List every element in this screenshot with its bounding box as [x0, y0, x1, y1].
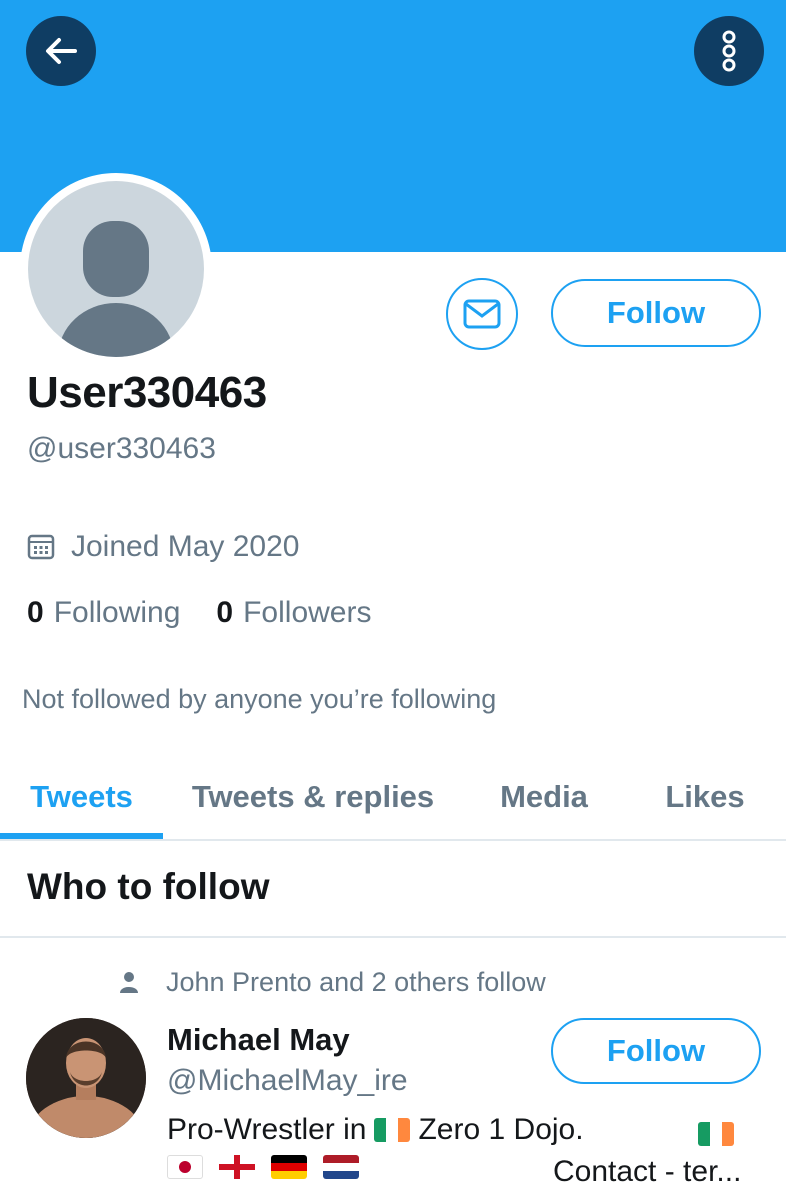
ireland-flag-icon: [698, 1122, 734, 1146]
joined-text: Joined May 2020: [71, 530, 300, 563]
who-to-follow-title: Who to follow: [27, 866, 270, 907]
netherlands-flag-icon: [323, 1155, 359, 1179]
bio-contact-text: Contact - ter...: [553, 1155, 742, 1188]
profile-tabs: Tweets Tweets & replies Media Likes: [0, 752, 786, 841]
envelope-icon: [463, 299, 501, 329]
section-divider: [0, 936, 786, 938]
person-icon: [118, 970, 140, 994]
more-options-button[interactable]: [694, 16, 764, 86]
avatar[interactable]: [28, 181, 204, 357]
england-flag-icon: [219, 1155, 255, 1179]
following-label: Following: [53, 596, 181, 629]
back-button[interactable]: [26, 16, 96, 86]
bio-text-b: Zero 1 Dojo.: [418, 1113, 584, 1146]
followers-label: Followers: [243, 596, 372, 629]
more-vertical-icon: [722, 30, 736, 72]
followers-link[interactable]: 0 Followers: [216, 596, 371, 630]
not-followed-notice: Not followed by anyone you’re following: [22, 684, 497, 714]
suggested-user-avatar[interactable]: [26, 1018, 146, 1138]
japan-flag-icon: [167, 1155, 203, 1179]
bio-text-a: Pro-Wrestler in: [167, 1113, 367, 1146]
germany-flag-icon: [271, 1155, 307, 1179]
tab-media[interactable]: Media: [478, 752, 610, 841]
active-tab-indicator: [0, 833, 163, 839]
following-count: 0: [27, 596, 44, 629]
following-link[interactable]: 0 Following: [27, 596, 180, 630]
suggested-user-bio-line2: [167, 1155, 367, 1179]
suggested-follow-button[interactable]: Follow: [551, 1018, 761, 1084]
display-name: User330463: [27, 368, 267, 417]
tab-tweets-replies[interactable]: Tweets & replies: [178, 752, 448, 841]
calendar-icon: [27, 533, 55, 561]
ireland-flag-icon: [374, 1118, 411, 1142]
suggested-user-name[interactable]: Michael May: [167, 1022, 350, 1058]
social-context: John Prento and 2 others follow: [118, 964, 546, 1000]
tab-tweets[interactable]: Tweets: [0, 752, 163, 841]
follow-button[interactable]: Follow: [551, 279, 761, 347]
social-context-text: John Prento and 2 others follow: [166, 966, 546, 997]
tab-likes[interactable]: Likes: [640, 752, 770, 841]
default-avatar-icon: [58, 221, 174, 357]
profile-avatar-frame: [20, 173, 212, 365]
joined-date: Joined May 2020: [27, 528, 300, 566]
suggested-user-bio-line1: Pro-Wrestler in Zero 1 Dojo.: [167, 1113, 584, 1147]
followers-count: 0: [216, 596, 234, 629]
suggested-user-handle: @MichaelMay_ire: [167, 1064, 408, 1097]
user-handle: @user330463: [27, 432, 216, 465]
message-button[interactable]: [446, 278, 518, 350]
follow-stats: 0 Following 0 Followers: [27, 596, 407, 630]
arrow-left-icon: [46, 38, 77, 64]
suggested-user-photo: [26, 1018, 146, 1138]
